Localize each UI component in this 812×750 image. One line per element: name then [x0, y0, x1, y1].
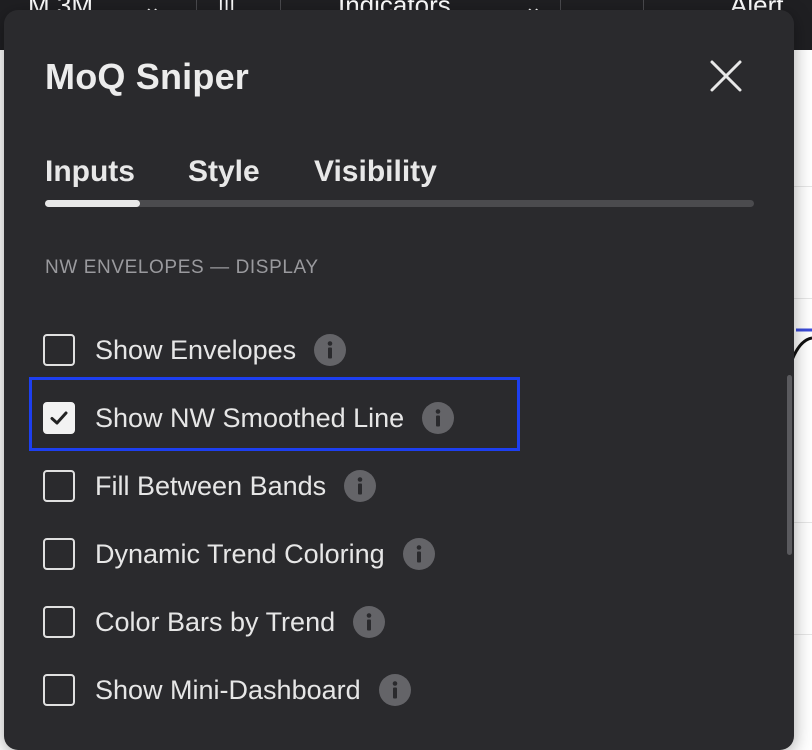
dialog-scrollbar[interactable]	[787, 375, 792, 555]
option-label: Dynamic Trend Coloring	[95, 538, 385, 569]
option-show-mini-dashboard[interactable]: Show Mini-Dashboard	[43, 670, 411, 710]
option-label: Show Mini-Dashboard	[95, 674, 361, 705]
toolbar-divider	[280, 0, 281, 10]
info-icon[interactable]	[378, 674, 411, 706]
option-label: Fill Between Bands	[95, 470, 327, 501]
section-heading: NW ENVELOPES — DISPLAY	[45, 257, 319, 278]
grid-line	[792, 522, 812, 523]
tab-visibility[interactable]: Visibility	[314, 155, 437, 189]
option-label: Show NW Smoothed Line	[95, 402, 405, 433]
toolbar-divider	[643, 0, 644, 10]
grid-line	[792, 634, 812, 635]
active-tab-indicator	[45, 200, 140, 207]
checkbox[interactable]	[43, 606, 75, 638]
info-icon[interactable]	[422, 402, 455, 434]
close-icon	[710, 60, 742, 92]
option-label: Color Bars by Trend	[95, 606, 336, 637]
option-fill-between-bands[interactable]: Fill Between Bands	[43, 466, 377, 506]
checkbox[interactable]	[43, 538, 75, 570]
option-show-nw-smoothed-line[interactable]: Show NW Smoothed Line	[43, 398, 455, 438]
price-line	[792, 328, 812, 361]
close-button[interactable]	[704, 54, 748, 98]
toolbar-divider	[560, 0, 561, 10]
dialog-title: MoQ Sniper	[45, 56, 250, 97]
tab-inputs[interactable]: Inputs	[45, 155, 135, 189]
option-show-envelopes[interactable]: Show Envelopes	[43, 330, 347, 370]
option-label: Show Envelopes	[95, 334, 297, 365]
checkbox[interactable]	[43, 334, 75, 366]
tab-track	[45, 200, 754, 207]
tab-style[interactable]: Style	[188, 155, 260, 189]
checkbox[interactable]	[43, 470, 75, 502]
option-color-bars-by-trend[interactable]: Color Bars by Trend	[43, 602, 386, 642]
checkbox-checked[interactable]	[43, 402, 75, 434]
indicator-settings-dialog: MoQ Sniper Inputs Style Visibility NW EN…	[4, 10, 794, 750]
option-dynamic-trend-coloring[interactable]: Dynamic Trend Coloring	[43, 534, 435, 574]
grid-line	[792, 186, 812, 187]
info-icon[interactable]	[314, 334, 347, 366]
info-icon[interactable]	[402, 538, 435, 570]
checkmark-icon	[50, 411, 68, 425]
grid-line	[792, 298, 812, 299]
checkbox[interactable]	[43, 674, 75, 706]
info-icon[interactable]	[353, 606, 386, 638]
toolbar-divider	[196, 0, 197, 10]
info-icon[interactable]	[344, 470, 377, 502]
